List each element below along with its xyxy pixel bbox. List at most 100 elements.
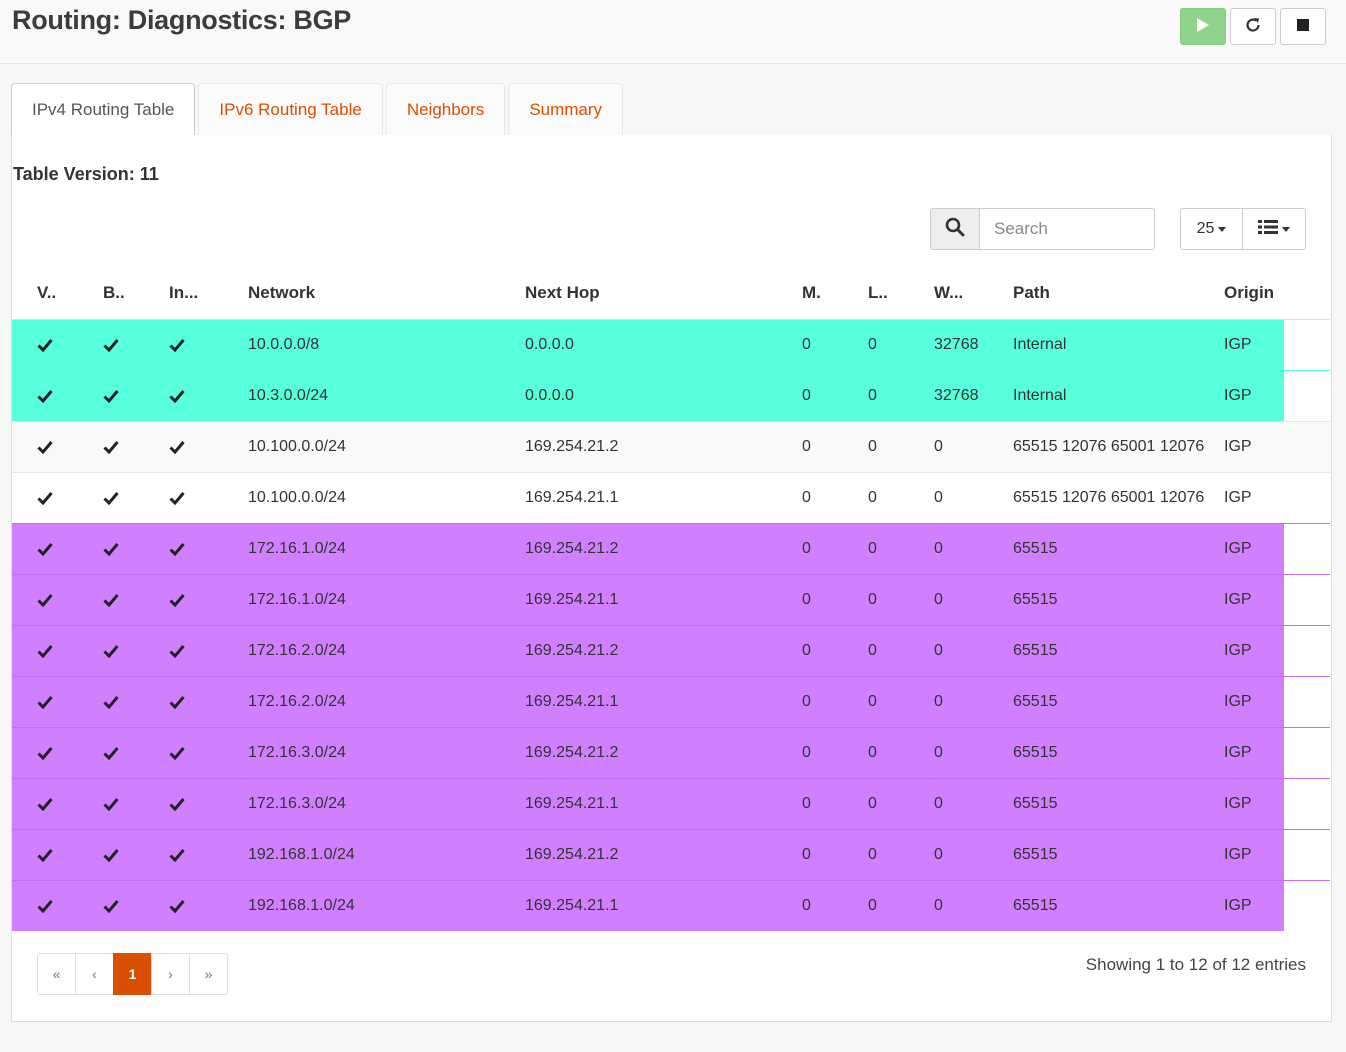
table-row[interactable]: 10.0.0.0/8 0.0.0.0 0 0 32768 Internal IGP: [12, 318, 1330, 370]
pagination-page-1[interactable]: 1: [113, 953, 152, 995]
metric-cell: 0: [802, 522, 868, 574]
table-version: Table Version: 11: [13, 164, 159, 184]
search-input[interactable]: [980, 208, 1155, 250]
origin-cell: IGP: [1224, 777, 1284, 829]
row-spacer: [12, 624, 37, 676]
local-pref-cell: 0: [868, 318, 934, 370]
pagination-prev[interactable]: ‹: [75, 953, 114, 995]
pagination-last[interactable]: »: [189, 953, 228, 995]
weight-cell: 32768: [934, 318, 1013, 370]
next-hop-cell: 169.254.21.1: [525, 471, 802, 523]
internal-cell: [169, 879, 248, 931]
metric-cell: 0: [802, 573, 868, 625]
best-cell: [103, 573, 169, 625]
checkmark-icon: [169, 338, 248, 352]
checkmark-icon: [169, 899, 248, 913]
row-spacer: [12, 573, 37, 625]
refresh-button[interactable]: [1230, 8, 1276, 45]
checkmark-icon: [103, 338, 169, 352]
column-header-path[interactable]: Path: [1013, 268, 1224, 320]
checkmark-icon: [37, 338, 103, 352]
pagination-next[interactable]: ›: [151, 953, 190, 995]
local-pref-cell: 0: [868, 777, 934, 829]
search-icon: [945, 217, 965, 242]
table-row[interactable]: 10.3.0.0/24 0.0.0.0 0 0 32768 Internal IGP: [12, 369, 1330, 421]
header-spacer: [1284, 268, 1330, 320]
weight-cell: 0: [934, 879, 1013, 931]
origin-cell: IGP: [1224, 675, 1284, 727]
row-spacer: [12, 318, 37, 370]
row-spacer: [12, 828, 37, 880]
row-spacer: [12, 369, 37, 421]
column-header-next-hop[interactable]: Next Hop: [525, 268, 802, 320]
origin-cell: IGP: [1224, 318, 1284, 370]
path-cell: Internal: [1013, 369, 1224, 421]
row-spacer-end: [1284, 522, 1330, 574]
network-cell: 10.0.0.0/8: [248, 318, 525, 370]
internal-cell: [169, 675, 248, 727]
pagination-first[interactable]: «: [37, 953, 76, 995]
valid-cell: [37, 573, 103, 625]
next-hop-cell: 169.254.21.1: [525, 675, 802, 727]
tab-neighbors[interactable]: Neighbors: [385, 83, 506, 135]
best-cell: [103, 318, 169, 370]
page-title: Routing: Diagnostics: BGP: [12, 5, 351, 35]
stop-button[interactable]: [1280, 8, 1326, 45]
table-row[interactable]: 172.16.1.0/24 169.254.21.1 0 0 0 65515 IGP: [12, 573, 1330, 625]
column-toggle-dropdown[interactable]: [1243, 208, 1306, 250]
checkmark-icon: [37, 746, 103, 760]
row-spacer-end: [1284, 573, 1330, 625]
weight-cell: 0: [934, 777, 1013, 829]
checkmark-icon: [169, 746, 248, 760]
play-button[interactable]: [1180, 8, 1226, 45]
row-spacer: [12, 522, 37, 574]
stop-icon: [1296, 18, 1310, 35]
tab-summary[interactable]: Summary: [508, 83, 624, 135]
column-header-best[interactable]: B..: [103, 268, 169, 320]
column-header-internal[interactable]: In...: [169, 268, 248, 320]
column-header-origin[interactable]: Origin: [1224, 268, 1284, 320]
metric-cell: 0: [802, 369, 868, 421]
local-pref-cell: 0: [868, 522, 934, 574]
valid-cell: [37, 726, 103, 778]
checkmark-icon: [37, 848, 103, 862]
column-header-valid[interactable]: V..: [37, 268, 103, 320]
metric-cell: 0: [802, 420, 868, 472]
origin-cell: IGP: [1224, 573, 1284, 625]
table-row[interactable]: 172.16.3.0/24 169.254.21.1 0 0 0 65515 IGP: [12, 777, 1330, 829]
column-header-local-pref[interactable]: L..: [868, 268, 934, 320]
table-row[interactable]: 172.16.3.0/24 169.254.21.2 0 0 0 65515 IGP: [12, 726, 1330, 778]
path-cell: 65515: [1013, 675, 1224, 727]
checkmark-icon: [103, 899, 169, 913]
checkmark-icon: [169, 440, 248, 454]
checkmark-icon: [37, 899, 103, 913]
row-spacer: [12, 879, 37, 931]
table-row[interactable]: 192.168.1.0/24 169.254.21.1 0 0 0 65515 IGP: [12, 879, 1330, 931]
network-cell: 172.16.1.0/24: [248, 522, 525, 574]
rows-per-page-dropdown[interactable]: 25: [1180, 208, 1243, 250]
table-row[interactable]: 172.16.2.0/24 169.254.21.1 0 0 0 65515 IGP: [12, 675, 1330, 727]
row-spacer: [12, 420, 37, 472]
play-icon: [1196, 17, 1210, 36]
internal-cell: [169, 522, 248, 574]
tab-ipv6-routing-table[interactable]: IPv6 Routing Table: [198, 83, 383, 135]
checkmark-icon: [37, 440, 103, 454]
checkmark-icon: [103, 389, 169, 403]
path-cell: 65515: [1013, 879, 1224, 931]
valid-cell: [37, 777, 103, 829]
path-cell: 65515: [1013, 726, 1224, 778]
table-row[interactable]: 172.16.2.0/24 169.254.21.2 0 0 0 65515 IGP: [12, 624, 1330, 676]
table-row[interactable]: 192.168.1.0/24 169.254.21.2 0 0 0 65515 IGP: [12, 828, 1330, 880]
column-header-network[interactable]: Network: [248, 268, 525, 320]
tab-ipv4-routing-table[interactable]: IPv4 Routing Table: [11, 83, 196, 136]
best-cell: [103, 777, 169, 829]
local-pref-cell: 0: [868, 624, 934, 676]
next-hop-cell: 169.254.21.1: [525, 879, 802, 931]
column-header-metric[interactable]: M.: [802, 268, 868, 320]
table-row[interactable]: 10.100.0.0/24 169.254.21.1 0 0 0 65515 12076 …: [12, 471, 1330, 523]
column-header-weight[interactable]: W...: [934, 268, 1013, 320]
best-cell: [103, 879, 169, 931]
table-row[interactable]: 172.16.1.0/24 169.254.21.2 0 0 0 65515 IGP: [12, 522, 1330, 574]
origin-cell: IGP: [1224, 420, 1284, 472]
table-row[interactable]: 10.100.0.0/24 169.254.21.2 0 0 0 65515 12076 …: [12, 420, 1330, 472]
